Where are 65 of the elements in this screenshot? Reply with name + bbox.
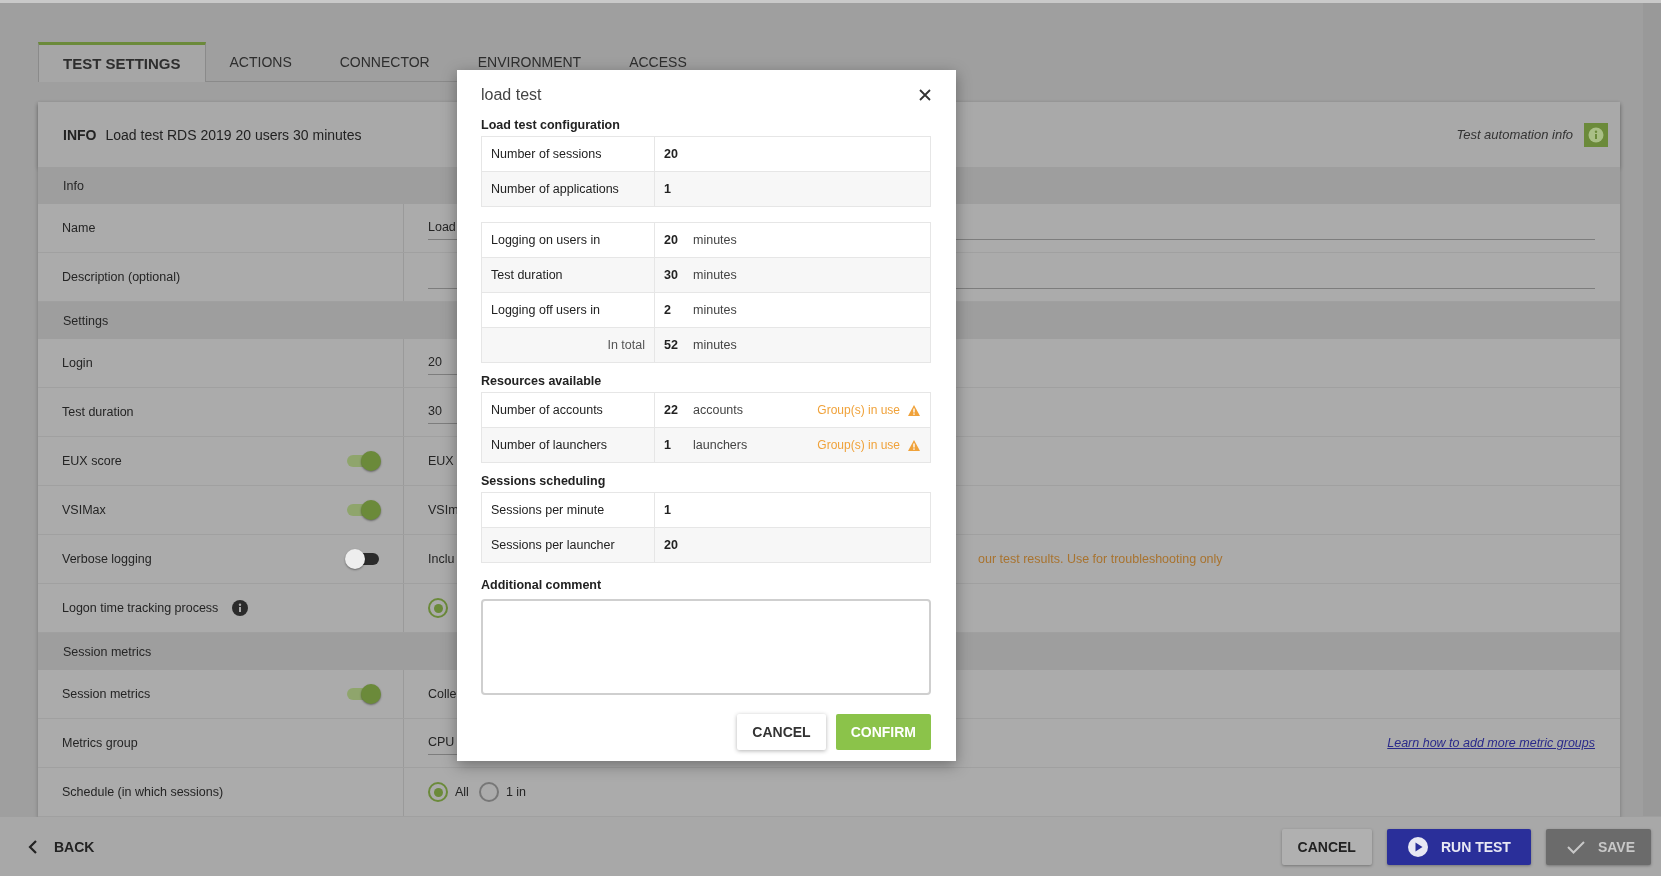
info-icon[interactable]: [232, 600, 249, 616]
radio-button[interactable]: [428, 782, 448, 802]
tab[interactable]: TEST SETTINGS: [38, 42, 206, 82]
setting-label: EUX score: [62, 454, 123, 468]
summary-label: Sessions per launcher: [482, 528, 655, 562]
radio-button[interactable]: [478, 782, 499, 802]
warning-text: our test results. Use for troubleshooting only: [977, 552, 1223, 566]
tab[interactable]: ACTIONS: [205, 42, 316, 82]
setting-label: Test duration: [62, 405, 135, 419]
unit-label: launchers: [693, 438, 748, 452]
warning-text: Group(s) in use: [817, 403, 900, 417]
close-icon[interactable]: [919, 89, 931, 101]
back-link[interactable]: BACK: [54, 838, 95, 855]
tab[interactable]: CONNECTOR: [315, 42, 454, 82]
summary-label: Number of launchers: [482, 428, 655, 462]
scrollbar[interactable]: [1643, 3, 1661, 816]
run-test-button[interactable]: RUN TEST: [1386, 828, 1531, 865]
warning-icon: [908, 439, 920, 451]
summary-value: 1: [664, 182, 672, 196]
unit-label: minutes: [693, 338, 737, 352]
setting-description: Colle: [428, 687, 458, 701]
dialog-section-heading: Resources available: [481, 374, 603, 388]
automation-info-label: Test automation info: [1456, 127, 1573, 142]
summary-value: 1: [664, 438, 672, 452]
summary-value: 1: [664, 503, 672, 517]
summary-value: 2: [664, 303, 672, 317]
dialog-title: load test: [481, 86, 542, 104]
unit-label: accounts: [693, 403, 744, 417]
play-icon: [1406, 835, 1429, 858]
radio-button[interactable]: [428, 598, 448, 618]
warning-icon: [908, 404, 920, 416]
setting-label: Verbose logging: [62, 552, 153, 566]
dialog-section-heading: Load test configuration: [481, 118, 621, 132]
info-heading: INFO: [63, 126, 97, 143]
summary-value: 30: [664, 268, 679, 282]
summary-value: 52: [664, 338, 679, 352]
setting-label: Metrics group: [62, 736, 139, 750]
unit-label: minutes: [693, 303, 737, 317]
summary-label: Number of applications: [482, 172, 655, 206]
summary-value: 20: [664, 538, 679, 552]
setting-label: Description (optional): [62, 270, 182, 284]
save-button[interactable]: SAVE: [1545, 828, 1651, 865]
cancel-button[interactable]: CANCEL: [1281, 828, 1372, 865]
setting-label: Name: [62, 221, 97, 235]
summary-value: 22: [664, 403, 679, 417]
radio-label: 1 in: [505, 785, 527, 799]
checkmark-icon: [1565, 838, 1586, 855]
setting-label: Schedule (in which sessions): [62, 785, 225, 799]
info-button[interactable]: [1584, 122, 1608, 147]
cancel-button[interactable]: CANCEL: [737, 714, 826, 750]
summary-value: 20: [664, 147, 679, 161]
comment-label: Additional comment: [481, 578, 603, 592]
warning-text: Group(s) in use: [817, 438, 900, 452]
summary-label: In total: [482, 328, 655, 362]
unit-label: minutes: [693, 268, 737, 282]
dialog-section-heading: Sessions scheduling: [481, 474, 607, 488]
setting-label: Session metrics: [62, 687, 152, 701]
help-link[interactable]: Learn how to add more metric groups: [1387, 736, 1595, 750]
setting-label: Logon time tracking process: [62, 601, 219, 615]
comment-field[interactable]: [481, 599, 931, 695]
radio-label: All: [455, 785, 469, 799]
setting-label: Login: [62, 356, 94, 370]
setting-description: EUX: [428, 454, 455, 468]
setting-description: Inclu: [428, 552, 456, 566]
setting-label: VSIMax: [62, 503, 107, 517]
